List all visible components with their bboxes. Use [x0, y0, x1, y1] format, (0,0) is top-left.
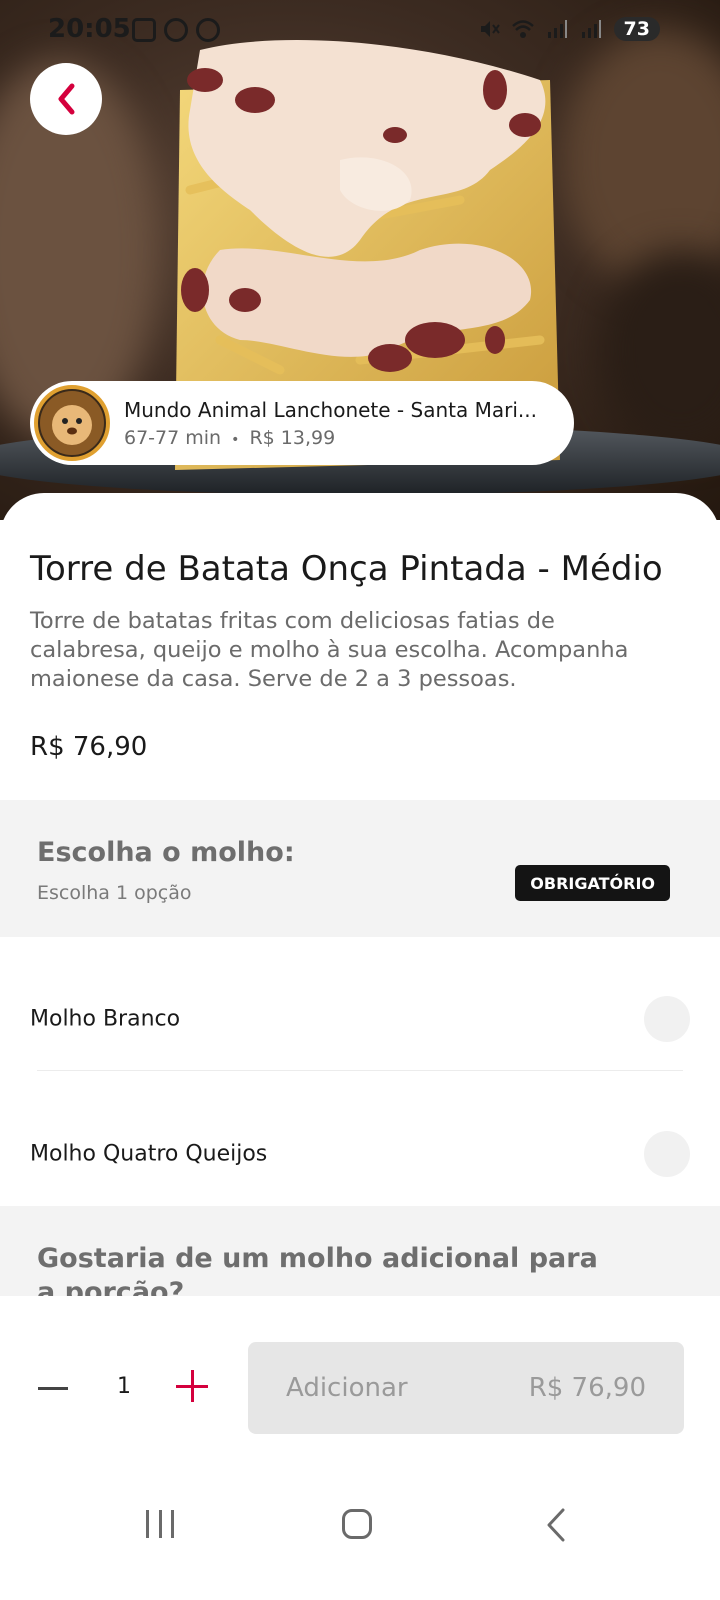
delivery-time: 67-77 min — [124, 426, 222, 449]
product-price: R$ 76,90 — [30, 732, 148, 762]
option-group-header: Escolha o molho: Escolha 1 opção OBRIGAT… — [0, 800, 720, 937]
required-badge: OBRIGATÓRIO — [515, 865, 670, 901]
meta-separator: • — [231, 431, 240, 448]
option-radio[interactable] — [644, 1130, 690, 1177]
signal-icon — [581, 20, 601, 38]
delivery-fee: R$ 13,99 — [249, 426, 336, 449]
divider — [37, 1070, 683, 1071]
wifi-icon — [511, 20, 534, 38]
home-button[interactable] — [342, 1509, 372, 1539]
add-button-total: R$ 76,90 — [528, 1373, 646, 1403]
increase-quantity-button[interactable] — [176, 1370, 210, 1404]
screenshot-icon — [132, 18, 156, 42]
battery-indicator: 73 — [613, 17, 660, 41]
option-radio[interactable] — [644, 995, 690, 1042]
minus-icon — [38, 1386, 68, 1390]
decrease-quantity-button[interactable] — [38, 1374, 74, 1402]
option-label: Molho Branco — [30, 1006, 181, 1031]
option-label: Molho Quatro Queijos — [30, 1141, 268, 1166]
option-group-title: Escolha o molho: — [37, 837, 295, 868]
option-group-header: Gostaria de um molho adicional para a po… — [0, 1206, 720, 1308]
add-button-label: Adicionar — [286, 1373, 408, 1403]
store-name: Mundo Animal Lanchonete - Santa Mari... — [124, 397, 537, 422]
product-description: Torre de batatas fritas com deliciosas f… — [30, 608, 629, 692]
lion-logo-icon — [40, 391, 104, 455]
option-group-subtitle: Escolha 1 opção — [37, 882, 192, 904]
nav-back-button[interactable] — [543, 1507, 569, 1543]
option-molho-quatro-queijos[interactable]: Molho Quatro Queijos — [0, 1086, 720, 1221]
recent-apps-button[interactable] — [146, 1510, 174, 1538]
add-to-cart-button[interactable]: Adicionar R$ 76,90 — [248, 1342, 684, 1434]
whatsapp-icon — [164, 18, 188, 42]
mute-icon — [480, 21, 500, 37]
status-bar: 20:05 73 — [0, 0, 720, 62]
store-info-card[interactable]: Mundo Animal Lanchonete - Santa Mari... … — [30, 381, 574, 465]
quantity-value: 1 — [117, 1374, 131, 1399]
store-logo — [34, 385, 110, 461]
product-title: Torre de Batata Onça Pintada - Médio — [30, 549, 663, 589]
back-button[interactable] — [30, 63, 102, 135]
globe-icon — [196, 18, 220, 42]
system-nav-bar — [0, 1490, 720, 1600]
status-time: 20:05 — [48, 14, 131, 44]
signal-icon — [547, 20, 567, 38]
option-molho-branco[interactable]: Molho Branco — [0, 951, 720, 1086]
chevron-left-icon — [58, 83, 75, 115]
